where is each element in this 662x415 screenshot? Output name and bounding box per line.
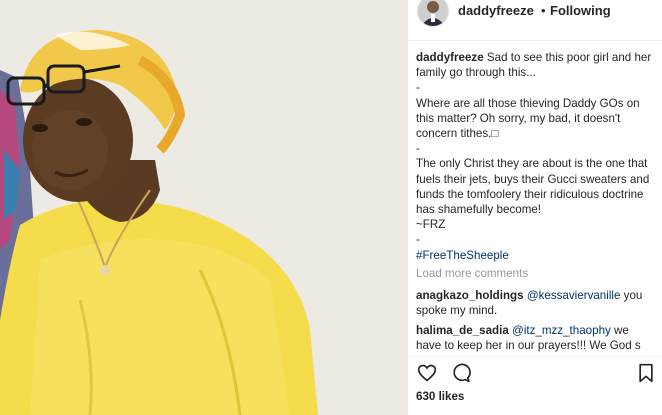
caption-dash-1: - (416, 81, 420, 95)
comment-item: halima_de_sadia @itz_mzz_thaophy we have… (416, 323, 654, 353)
emoji-icon: □ (491, 127, 499, 141)
actions-divider (408, 356, 662, 357)
caption-line-2: Where are all those thieving Daddy GOs o… (416, 96, 640, 141)
post-photo (0, 0, 408, 415)
heart-outline-icon[interactable] (417, 363, 437, 383)
load-more-comments-button[interactable]: Load more comments (416, 267, 528, 280)
caption-signature: ~FRZ (416, 218, 446, 232)
comment-username[interactable]: halima_de_sadia (416, 324, 509, 337)
caption-dash-2: - (416, 142, 420, 156)
comment-username[interactable]: anagkazo_holdings (416, 289, 524, 302)
hashtag-link[interactable]: #FreeTheSheeple (416, 249, 509, 262)
following-button[interactable]: Following (550, 3, 611, 18)
likes-count[interactable]: 630 likes (416, 390, 464, 403)
speech-bubble-icon[interactable] (451, 363, 471, 383)
caption-username[interactable]: daddyfreeze (416, 51, 484, 64)
header-username[interactable]: daddyfreeze (458, 3, 534, 18)
post-header: daddyfreeze • Following (408, 0, 662, 41)
comment-item: anagkazo_holdings @kessavierv​anille you… (416, 288, 654, 318)
post-caption: daddyfreeze Sad to see this poor girl an… (416, 50, 654, 263)
post-side-panel: daddyfreeze • Following daddyfreeze Sad … (408, 0, 662, 415)
girl-portrait-image (0, 0, 408, 415)
caption-dash-3: - (416, 233, 420, 247)
avatar-image (418, 0, 448, 26)
avatar[interactable] (417, 0, 449, 27)
comment-mention[interactable]: @itz_mzz_thaophy (512, 324, 611, 337)
header-separator: • (541, 3, 546, 18)
comment-mention[interactable]: @kessavierv​anille (527, 289, 621, 302)
bookmark-icon[interactable] (636, 363, 656, 383)
caption-line-3: The only Christ they are about is the on… (416, 157, 650, 217)
